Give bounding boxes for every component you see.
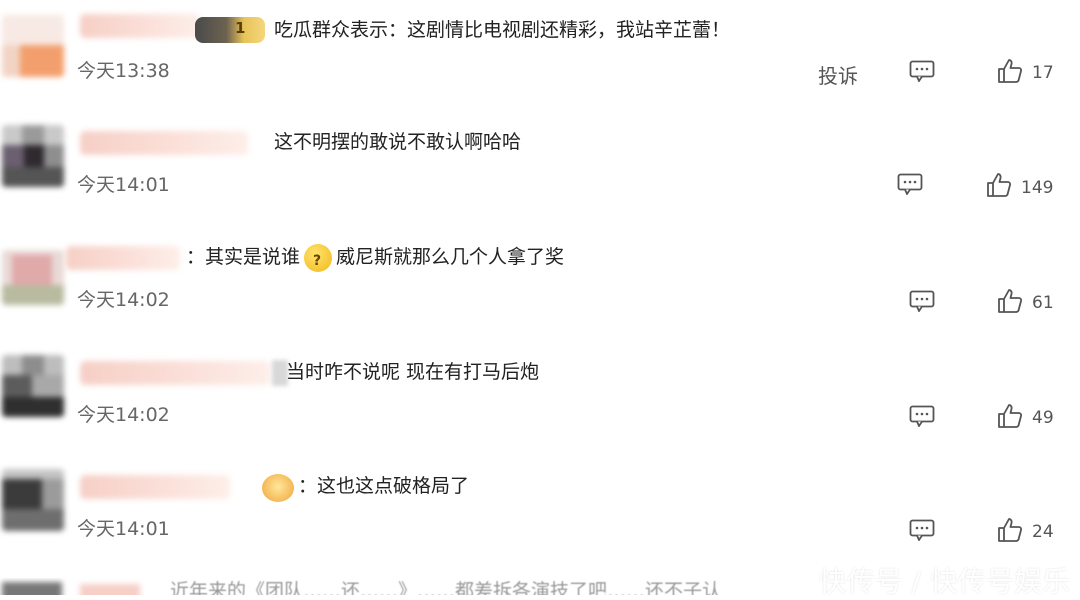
comment-time: 今天14:01 [77, 518, 170, 540]
username[interactable] [80, 361, 270, 385]
comment-time: 今天13:38 [77, 60, 170, 82]
comment-text: 这不明摆的敢说不敢认啊哈哈 [274, 131, 522, 153]
avatar[interactable] [2, 125, 64, 187]
thumbs-up-icon[interactable] [997, 403, 1023, 429]
comment-item: 当时咋不说呢 现在有打马后炮 今天14:02 49 [0, 355, 1080, 470]
like-count: 24 [1032, 522, 1054, 542]
username[interactable] [80, 475, 230, 499]
comment-text: 吃瓜群众表示：这剧情比电视剧还精彩，我站辛芷蕾！ [274, 19, 731, 41]
username[interactable] [80, 131, 248, 155]
comment-time: 今天14:01 [77, 174, 170, 196]
comment-text: 当时咋不说呢 现在有打马后炮 [286, 361, 540, 383]
comment-time: 今天14:02 [77, 289, 170, 311]
comment-item: 这不明摆的敢说不敢认啊哈哈 今天14:01 149 [0, 125, 1080, 240]
comment-icon[interactable] [909, 519, 935, 541]
comment-icon[interactable] [909, 290, 935, 312]
comment-text: 近年来的《团队……还……》……都差拆各演技了吧……还不子认 [170, 580, 722, 595]
watermark: 快传号 / 快传号娱乐 [818, 565, 1070, 598]
avatar[interactable] [2, 250, 64, 305]
comment-icon[interactable] [909, 60, 935, 82]
username[interactable] [66, 246, 180, 270]
comment-item: ：其实是说谁威尼斯就那么几个人拿了奖 今天14:02 61 [0, 240, 1080, 355]
report-button[interactable]: 投诉 [818, 60, 858, 89]
comment-text: ：这也这点破格局了 [298, 475, 470, 497]
avatar[interactable] [2, 15, 64, 77]
like-count: 17 [1032, 63, 1054, 83]
comment-icon[interactable] [897, 173, 923, 195]
like-count: 149 [1021, 178, 1054, 198]
comment-time: 今天14:02 [77, 404, 170, 426]
face-emoji-icon [262, 474, 294, 502]
thumbs-up-icon[interactable] [997, 58, 1023, 84]
comment-item: 1 吃瓜群众表示：这剧情比电视剧还精彩，我站辛芷蕾！ 今天13:38 投诉 17 [0, 10, 1080, 125]
like-count: 49 [1032, 408, 1054, 428]
avatar[interactable] [2, 582, 62, 595]
thumbs-up-icon[interactable] [986, 172, 1012, 198]
thumbs-up-icon[interactable] [997, 288, 1023, 314]
fan-badge: 1 [195, 17, 265, 43]
thumbs-up-icon[interactable] [997, 517, 1023, 543]
comment-text: ：其实是说谁威尼斯就那么几个人拿了奖 [186, 243, 564, 275]
like-count: 61 [1032, 293, 1054, 313]
username[interactable] [80, 14, 200, 38]
username[interactable] [80, 584, 140, 595]
thinking-emoji-icon [304, 243, 333, 275]
badge-level: 1 [235, 19, 246, 37]
avatar[interactable] [2, 469, 64, 531]
avatar[interactable] [2, 355, 64, 417]
comment-icon[interactable] [909, 405, 935, 427]
